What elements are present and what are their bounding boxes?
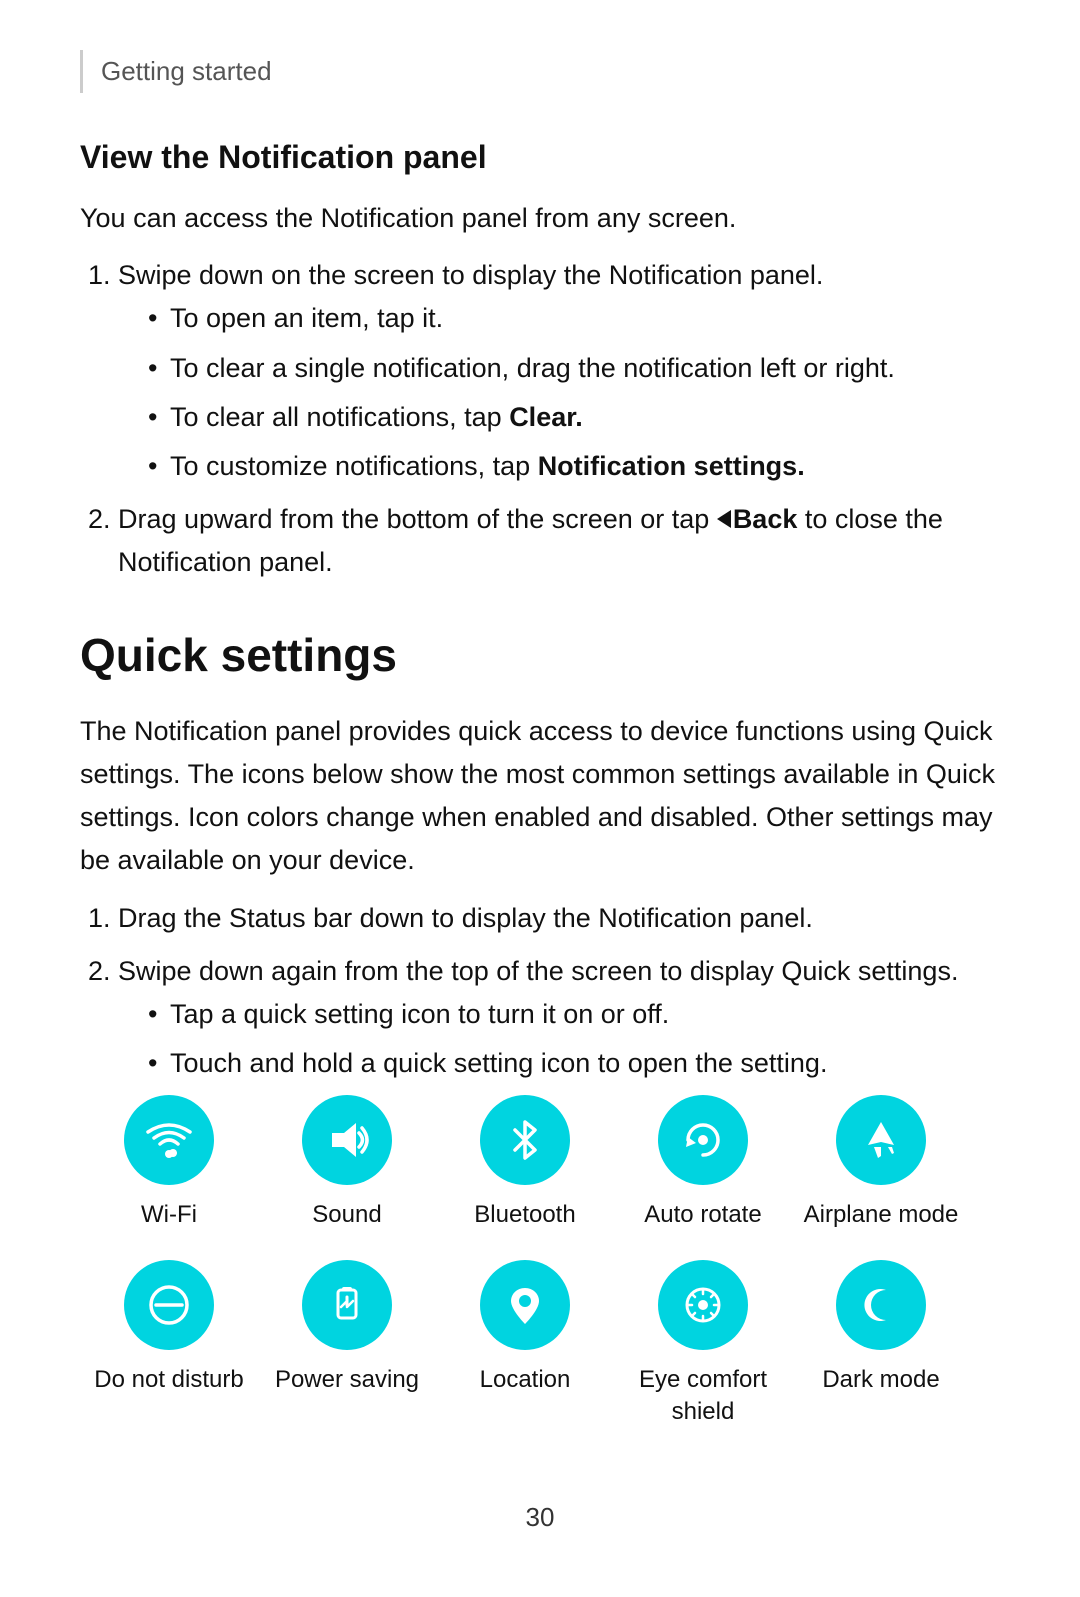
quick-step2: Swipe down again from the top of the scr… — [118, 950, 1000, 1086]
section2-steps: Drag the Status bar down to display the … — [118, 897, 1000, 1086]
page-header-text: Getting started — [101, 56, 272, 86]
quick-step1: Drag the Status bar down to display the … — [118, 897, 1000, 940]
airplane-icon-circle — [836, 1095, 926, 1185]
autorotate-icon-circle — [658, 1095, 748, 1185]
eyecomfort-icon-circle — [658, 1260, 748, 1350]
page-header: Getting started — [80, 50, 1000, 93]
wifi-label: Wi-Fi — [141, 1199, 197, 1230]
bullet-clear-all: To clear all notifications, tap Clear. — [148, 396, 1000, 439]
dnd-icon-item: Do not disturb — [80, 1260, 258, 1426]
sound-label: Sound — [312, 1199, 381, 1230]
powersave-icon-item: Power saving — [258, 1260, 436, 1426]
autorotate-label: Auto rotate — [644, 1199, 761, 1230]
bluetooth-icon-item: Bluetooth — [436, 1095, 614, 1230]
notification-settings-bold: Notification settings. — [538, 451, 805, 481]
wifi-icon-circle — [124, 1095, 214, 1185]
airplane-icon-item: Airplane mode — [792, 1095, 970, 1230]
icons-row1: Wi-Fi Sound Bluetooth — [80, 1095, 1000, 1240]
darkmode-label: Dark mode — [822, 1364, 939, 1395]
wifi-svg — [144, 1115, 194, 1165]
bullet-open-item: To open an item, tap it. — [148, 297, 1000, 340]
location-label: Location — [480, 1364, 571, 1395]
autorotate-icon-item: Auto rotate — [614, 1095, 792, 1230]
airplane-svg — [856, 1115, 906, 1165]
autorotate-svg — [678, 1115, 728, 1165]
location-icon-circle — [480, 1260, 570, 1350]
section1-steps: Swipe down on the screen to display the … — [118, 254, 1000, 584]
location-svg — [500, 1280, 550, 1330]
quick-sub-bullets: Tap a quick setting icon to turn it on o… — [148, 993, 1000, 1085]
step1-text: Swipe down on the screen to display the … — [118, 260, 823, 290]
back-bold: Back — [733, 504, 798, 534]
sub-bullet-tap: Tap a quick setting icon to turn it on o… — [148, 993, 1000, 1036]
section-notification-panel: View the Notification panel You can acce… — [80, 133, 1000, 584]
section1-title: View the Notification panel — [80, 133, 1000, 183]
darkmode-svg — [856, 1280, 906, 1330]
step2-item: Drag upward from the bottom of the scree… — [118, 498, 1000, 584]
sub-bullet-hold: Touch and hold a quick setting icon to o… — [148, 1042, 1000, 1085]
sound-icon-item: Sound — [258, 1095, 436, 1230]
darkmode-icon-circle — [836, 1260, 926, 1350]
dnd-svg — [144, 1280, 194, 1330]
airplane-label: Airplane mode — [804, 1199, 959, 1230]
dnd-icon-circle — [124, 1260, 214, 1350]
icons-row2: Do not disturb Power saving — [80, 1260, 1000, 1436]
bluetooth-label: Bluetooth — [474, 1199, 575, 1230]
bluetooth-svg — [500, 1115, 550, 1165]
bullet-clear-single: To clear a single notification, drag the… — [148, 347, 1000, 390]
sound-svg — [322, 1115, 372, 1165]
page-number: 30 — [80, 1497, 1000, 1537]
dnd-label: Do not disturb — [94, 1364, 243, 1395]
darkmode-icon-item: Dark mode — [792, 1260, 970, 1426]
sound-icon-circle — [302, 1095, 392, 1185]
step1-bullets: To open an item, tap it. To clear a sing… — [148, 297, 1000, 488]
powersave-label: Power saving — [275, 1364, 419, 1395]
wifi-icon-item: Wi-Fi — [80, 1095, 258, 1230]
back-chevron-icon — [717, 510, 731, 528]
eyecomfort-label: Eye comfortshield — [639, 1364, 767, 1426]
section2-title: Quick settings — [80, 620, 1000, 691]
clear-bold: Clear. — [509, 402, 583, 432]
eyecomfort-svg — [678, 1280, 728, 1330]
step1-item: Swipe down on the screen to display the … — [118, 254, 1000, 488]
section2-intro: The Notification panel provides quick ac… — [80, 710, 1000, 883]
powersave-svg — [322, 1280, 372, 1330]
section-quick-settings: Quick settings The Notification panel pr… — [80, 620, 1000, 1436]
step2-text: Drag upward from the bottom of the scree… — [118, 504, 943, 577]
section1-intro: You can access the Notification panel fr… — [80, 197, 1000, 240]
powersave-icon-circle — [302, 1260, 392, 1350]
bullet-customize: To customize notifications, tap Notifica… — [148, 445, 1000, 488]
location-icon-item: Location — [436, 1260, 614, 1426]
bluetooth-icon-circle — [480, 1095, 570, 1185]
eyecomfort-icon-item: Eye comfortshield — [614, 1260, 792, 1426]
